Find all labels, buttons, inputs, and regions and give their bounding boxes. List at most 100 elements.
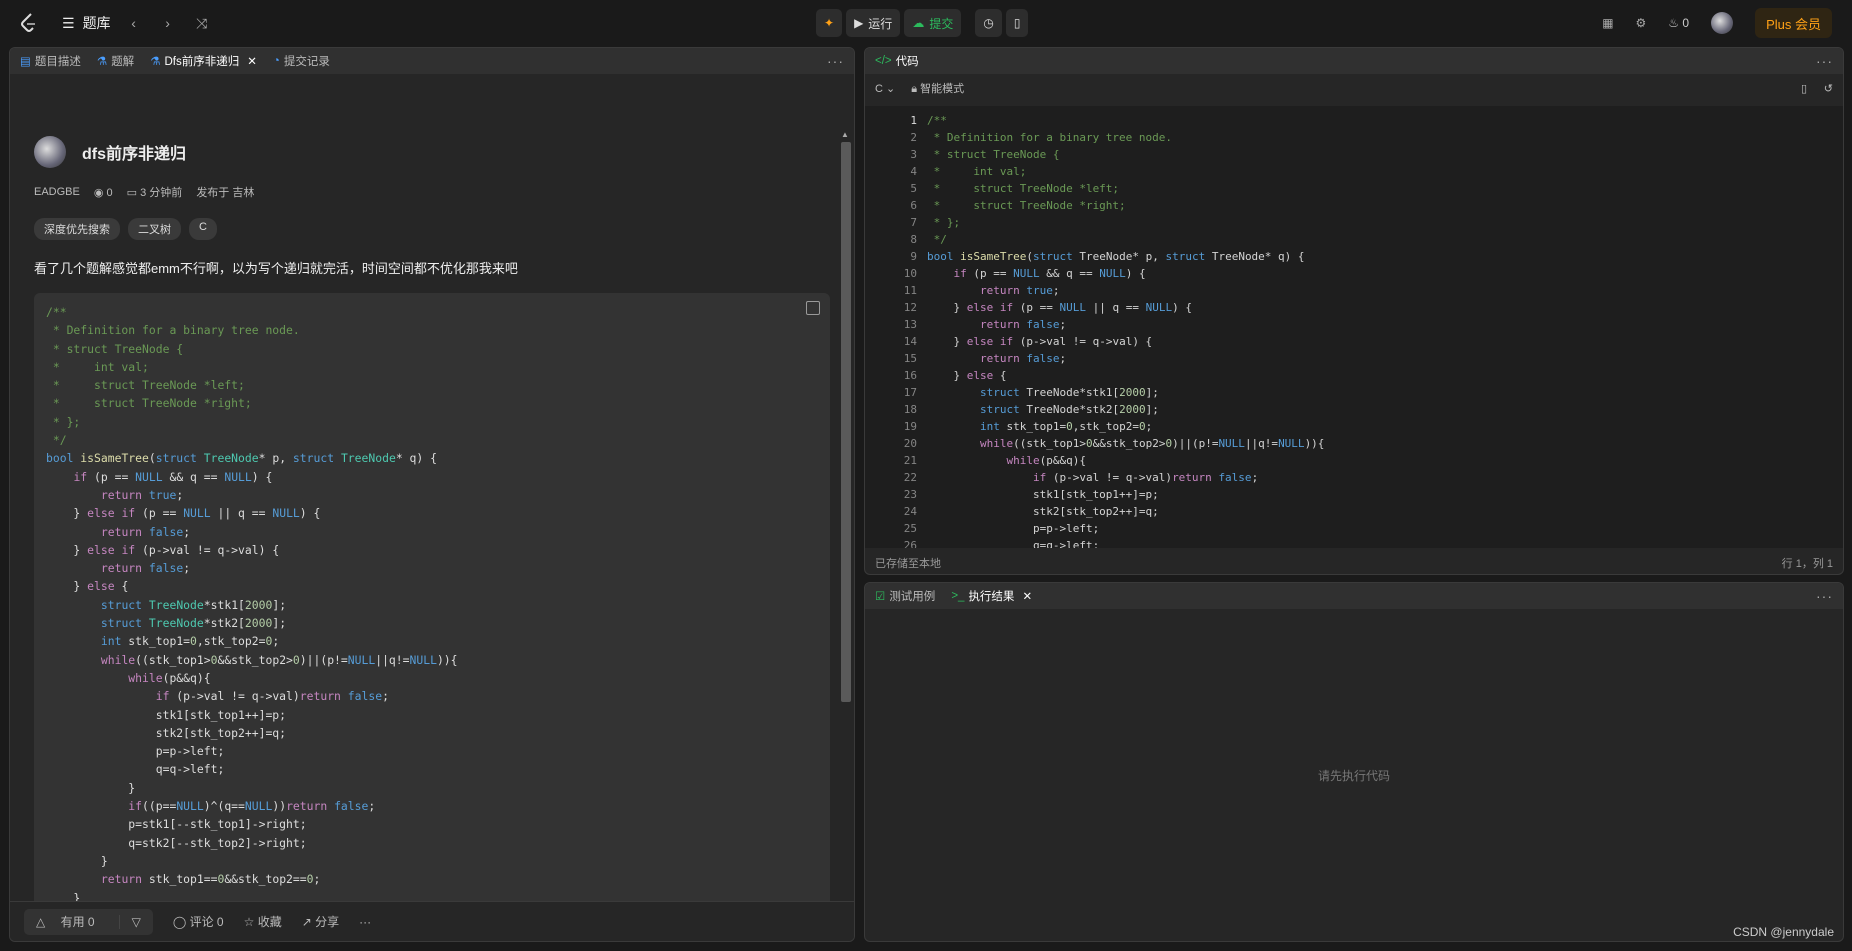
result-tab-bar: ☑ 测试用例 >_ 执行结果 ✕ ··· — [865, 583, 1843, 609]
language-select[interactable]: C ⌄ — [875, 82, 895, 95]
run-label: 运行 — [868, 16, 893, 31]
vote-group: △ 有用 0 ▽ — [24, 908, 153, 935]
location: 发布于 吉林 — [196, 187, 255, 199]
notes-button[interactable]: ▯ — [1005, 9, 1029, 37]
share-button[interactable]: ↗ 分享 — [302, 913, 339, 930]
plus-member-button[interactable]: Plus 会员 — [1755, 8, 1832, 38]
tab-testcase[interactable]: ☑ 测试用例 — [875, 588, 935, 604]
line-numbers: 1 2 3 4 5 6 7 8 9 10 11 12 13 14 15 16 17 18 19 20 21 22 23 24 2… — [903, 114, 917, 548]
run-button[interactable]: ▶ 运行 — [846, 9, 901, 37]
scroll-up-icon[interactable]: ▲ — [841, 130, 849, 139]
views: ◉ 0 — [94, 186, 113, 199]
reset-icon[interactable]: ↺ — [1824, 82, 1833, 95]
solution-title: dfs前序非递归 — [82, 146, 187, 163]
mode-label: 智能模式 — [920, 83, 965, 95]
play-icon: ▶ — [854, 16, 864, 30]
flask-icon: ⚗ — [96, 56, 108, 68]
tab-label: 提交记录 — [283, 56, 330, 68]
tag-dfs[interactable]: 深度优先搜索 — [34, 218, 120, 240]
post-time: ▭ 3 分钟前 — [127, 184, 183, 200]
tag-binary-tree[interactable]: 二叉树 — [128, 218, 181, 240]
left-tab-bar: ▤ 题目描述 ⚗ 题解 ⚗ Dfs前序非递归 ✕ ◔ 提交记录 ··· — [10, 48, 854, 74]
shuffle-icon[interactable]: ⤨ — [191, 12, 213, 34]
check-box-icon: ☑ — [875, 591, 886, 603]
tab-label: 题解 — [111, 56, 135, 68]
share-label: 分享 — [315, 915, 340, 929]
alarm-icon: ◷ — [983, 16, 994, 30]
code-icon: </> — [875, 55, 892, 67]
editor-status-bar: 已存储至本地 行 1，列 1 — [865, 552, 1843, 574]
note-icon: ▯ — [1013, 16, 1021, 30]
language-label: C — [875, 82, 883, 95]
close-icon[interactable]: ✕ — [247, 54, 257, 68]
close-icon[interactable]: ✕ — [1022, 589, 1032, 603]
more-options-icon[interactable]: ··· — [827, 53, 844, 69]
code-panel: </> 代码 ··· C ⌄ 🔒︎ 智能模式 ▯ ↺ 1 2 3 4 5 6 7 8 9 10 11 1… — [864, 47, 1844, 575]
timer-button[interactable]: ◷ — [975, 9, 1002, 37]
solution-meta: EADGBE ◉ 0 ▭ 3 分钟前 发布于 吉林 — [34, 184, 254, 200]
editor-code: /** * Definition for a binary tree node.… — [927, 114, 1325, 548]
top-bar: ☰ 题库 ‹ › ⤨ ✦ ▶ 运行 ☁ 提交 ◷ ▯ ▦ ⚙ ♨ 0 Plus 会员 — [0, 0, 1852, 46]
more-icon[interactable]: ··· — [359, 915, 371, 929]
tab-code[interactable]: </> 代码 — [875, 53, 919, 69]
result-panel: ☑ 测试用例 >_ 执行结果 ✕ ··· 请先执行代码 — [864, 582, 1844, 942]
watermark: CSDN @jennydale — [1733, 925, 1834, 939]
bug-icon: ✦ — [824, 16, 835, 30]
prev-problem-icon[interactable]: ‹ — [123, 12, 145, 34]
author-avatar[interactable] — [34, 136, 66, 168]
next-problem-icon[interactable]: › — [157, 12, 179, 34]
tab-label: 执行结果 — [968, 591, 1015, 603]
fire-count: 0 — [1682, 16, 1690, 30]
submit-label: 提交 — [929, 16, 954, 31]
favorite-button[interactable]: ☆ 收藏 — [244, 913, 282, 930]
comment-icon: ◯ — [172, 915, 187, 929]
eye-icon: ◉ — [93, 186, 104, 199]
problem-list-label: 题库 — [82, 15, 111, 31]
streak-fire-button[interactable]: ♨ 0 — [1668, 16, 1689, 30]
code-editor[interactable]: 1 2 3 4 5 6 7 8 9 10 11 12 13 14 15 16 17 18 19 20 21 22 23 24 2… — [865, 106, 1843, 548]
tab-submissions[interactable]: ◔ 提交记录 — [273, 53, 330, 69]
tab-result[interactable]: >_ 执行结果 ✕ — [951, 588, 1032, 604]
vertical-scrollbar[interactable]: ▲ ▼ — [838, 130, 852, 940]
chevron-down-icon: ⌄ — [886, 82, 896, 95]
layout-icon[interactable]: ▦ — [1602, 16, 1613, 30]
cloud-upload-icon: ☁ — [912, 16, 925, 30]
copy-icon[interactable] — [806, 301, 820, 315]
terminal-icon: >_ — [951, 590, 965, 602]
share-icon: ↗ — [301, 915, 312, 929]
upvote-button[interactable]: △ 有用 0 — [24, 913, 119, 930]
smart-mode-toggle[interactable]: 🔒︎ 智能模式 — [911, 80, 964, 96]
lock-icon: 🔒︎ — [911, 83, 918, 95]
comment-button[interactable]: ◯ 评论 0 — [173, 913, 224, 930]
tab-label: 测试用例 — [889, 591, 936, 603]
more-options-icon[interactable]: ··· — [1816, 588, 1833, 604]
save-status: 已存储至本地 — [875, 558, 941, 570]
leetcode-logo-icon[interactable] — [18, 12, 40, 34]
author-name[interactable]: EADGBE — [34, 186, 80, 198]
star-icon: ☆ — [243, 915, 255, 929]
settings-gear-icon[interactable]: ⚙ — [1636, 16, 1647, 30]
bookmark-icon[interactable]: ▯ — [1801, 82, 1807, 95]
problem-list-button[interactable]: ☰ 题库 — [62, 13, 111, 33]
user-avatar[interactable] — [1711, 12, 1734, 34]
tab-label: 题目描述 — [34, 56, 81, 68]
flask-icon: ⚗ — [150, 56, 161, 68]
downvote-icon[interactable]: ▽ — [118, 914, 153, 929]
fire-icon: ♨ — [1668, 16, 1680, 30]
list-icon: ☰ — [62, 14, 75, 31]
tag-c[interactable]: C — [189, 218, 217, 240]
solution-description: 看了几个题解感觉都emm不行啊，以为写个递归就完活，时间空间都不优化那我来吧 — [34, 261, 518, 276]
solution-header: dfs前序非递归 — [34, 136, 186, 168]
solution-code-block: /** * Definition for a binary tree node.… — [34, 293, 830, 931]
time-label: 3 分钟前 — [140, 187, 183, 199]
tab-current-solution[interactable]: ⚗ Dfs前序非递归 ✕ — [150, 53, 257, 69]
more-options-icon[interactable]: ··· — [1816, 53, 1833, 69]
tab-solutions[interactable]: ⚗ 题解 — [97, 53, 134, 69]
useful-label: 有用 0 — [60, 915, 95, 929]
submit-button[interactable]: ☁ 提交 — [904, 9, 962, 37]
tab-description[interactable]: ▤ 题目描述 — [20, 53, 81, 69]
comment-label: 评论 0 — [189, 915, 224, 929]
debug-button[interactable]: ✦ — [816, 9, 843, 37]
scrollbar-thumb[interactable] — [841, 142, 851, 702]
tab-label: Dfs前序非递归 — [164, 56, 240, 68]
